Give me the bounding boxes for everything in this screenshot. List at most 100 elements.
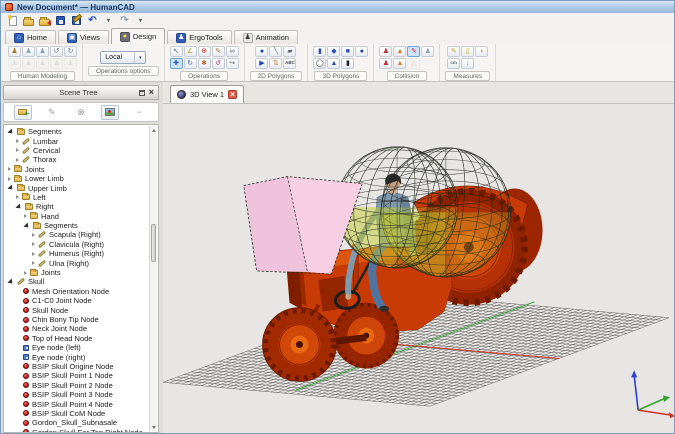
scene-tree-header[interactable]: Scene Tree × [3, 85, 159, 100]
mannequin-tool-b-icon[interactable]: ♟ [22, 58, 35, 69]
tree-item-lumbar[interactable]: Lumbar [4, 136, 158, 145]
tree-item-gordon-skull-subnasale[interactable]: Gordon_Skull_Subnasale [4, 418, 158, 427]
save-button[interactable] [54, 14, 67, 27]
arrow-tool-icon[interactable]: ▶ [255, 58, 268, 69]
delete-item-button[interactable]: ⊗ [72, 105, 90, 120]
cone-icon[interactable]: ▲ [327, 58, 340, 69]
line-tool-icon[interactable]: ╲ [269, 46, 282, 57]
tree-item-right[interactable]: Right [4, 202, 158, 211]
target-icon[interactable]: ⊕ [198, 46, 211, 57]
mannequin-tool-e-icon[interactable]: ♟ [64, 58, 77, 69]
scroll-down-icon[interactable] [150, 423, 157, 431]
collapsed-arrow-icon[interactable] [24, 271, 27, 275]
collapsed-arrow-icon[interactable] [16, 148, 19, 152]
polygon-tool-icon[interactable]: ▰ [283, 46, 296, 57]
collapsed-arrow-icon[interactable] [32, 261, 35, 265]
mannequin-tool-c-icon[interactable]: ♟ [36, 58, 49, 69]
redo-button[interactable]: ↷ [118, 14, 131, 27]
create-mannequin-icon[interactable]: ♟ [8, 46, 21, 57]
link-icon[interactable]: ∞ [226, 46, 239, 57]
viewport-3d[interactable] [163, 104, 674, 433]
cylinder-icon[interactable]: ▮ [341, 58, 354, 69]
reorient-icon[interactable]: ↪ [226, 58, 239, 69]
tree-item-segments[interactable]: Segments [4, 221, 158, 230]
new-document-button[interactable] [6, 14, 19, 27]
collision-ghost-icon[interactable]: ♟ [421, 46, 434, 57]
tab-home[interactable]: ⌂Home [5, 30, 56, 44]
tree-item-bsip-skull-origine-node[interactable]: BSIP Skull Origine Node [4, 362, 158, 371]
collapsed-arrow-icon[interactable] [16, 139, 19, 143]
collision-mannequin-icon[interactable]: ♟ [379, 46, 392, 57]
tree-item-top-of-head-node[interactable]: Top of Head Node [4, 334, 158, 343]
tree-item-eye-node-left[interactable]: Eye node (left) [4, 343, 158, 352]
circle-tool-icon[interactable]: ● [255, 46, 268, 57]
tab-views[interactable]: ▣Views [58, 30, 109, 44]
measure-pencil-icon[interactable]: ✎ [447, 46, 460, 57]
rotate-node-icon[interactable]: ↺ [212, 58, 225, 69]
tree-item-upper-limb[interactable]: Upper Limb [4, 183, 158, 192]
prism-icon[interactable]: ▮ [313, 46, 326, 57]
tree-item-ulna-right[interactable]: Ulna (Right) [4, 258, 158, 267]
collapsed-arrow-icon[interactable] [24, 214, 27, 218]
3d-scene[interactable] [163, 104, 674, 433]
tree-item-hand[interactable]: Hand [4, 212, 158, 221]
seated-collision-icon[interactable]: ♟ [379, 58, 392, 69]
open-document-button[interactable] [22, 14, 35, 27]
collapsed-arrow-icon[interactable] [32, 252, 35, 256]
polyhedron-icon[interactable]: ◆ [327, 46, 340, 57]
float-panel-icon[interactable] [139, 90, 145, 96]
tree-item-neck-joint-node[interactable]: Neck Joint Node [4, 324, 158, 333]
text-tool-icon[interactable]: ABC [283, 58, 296, 69]
titlebar[interactable]: New Document* — HumanCAD [1, 1, 674, 13]
move-icon[interactable]: ✚ [170, 58, 183, 69]
height-measure-icon[interactable]: ↕ [461, 58, 474, 69]
expanded-arrow-icon[interactable] [15, 203, 22, 210]
expanded-arrow-icon[interactable] [7, 128, 14, 135]
tape-measure-icon[interactable]: cm [447, 58, 460, 69]
scroll-thumb[interactable] [151, 224, 156, 262]
tree-item-lower-limb[interactable]: Lower Limb [4, 174, 158, 183]
expanded-arrow-icon[interactable] [7, 278, 14, 285]
collision-zone-icon[interactable]: ▲ [393, 58, 406, 69]
tree-item-chin-bony-tip-node[interactable]: Chin Bony Tip Node [4, 315, 158, 324]
tree-item-skull[interactable]: Skull [4, 277, 158, 286]
transform-icon[interactable]: ✱ [198, 58, 211, 69]
close-panel-icon[interactable]: × [149, 88, 154, 97]
scene-image-button[interactable] [101, 105, 119, 120]
protractor-icon[interactable]: ◗ [475, 46, 488, 57]
tree-item-joints[interactable]: Joints [4, 165, 158, 174]
box-icon[interactable]: ■ [341, 46, 354, 57]
collision-detect-icon[interactable]: ✎ [407, 46, 420, 57]
collapsed-arrow-icon[interactable] [32, 233, 35, 237]
tab-design[interactable]: ●Design [111, 28, 165, 44]
collision-off-icon[interactable]: △ [407, 58, 420, 69]
mannequin-tool-d-icon[interactable]: ♟ [50, 58, 63, 69]
dimension-tool-icon[interactable]: ⇅ [269, 58, 282, 69]
coordinate-system-select[interactable]: Local▾ [100, 51, 146, 64]
undo-button[interactable]: ↶ [86, 14, 99, 27]
tree-item-gordon-skull-ear-top-right-node[interactable]: Gordon Skull Ear Top Right Node [4, 428, 158, 434]
tree-item-bsip-skull-point-4-node[interactable]: BSIP Skull Point 4 Node [4, 399, 158, 408]
undo-dropdown-button[interactable]: ▾ [102, 14, 115, 27]
collapsed-arrow-icon[interactable] [32, 242, 35, 246]
angle-icon[interactable]: ∠ [184, 46, 197, 57]
tree-item-bsip-skull-com-node[interactable]: BSIP Skull CoM Node [4, 409, 158, 418]
rotate-mannequin-left-icon[interactable]: ↺ [50, 46, 63, 57]
tree-item-thorax[interactable]: Thorax [4, 155, 158, 164]
tree-item-clavicula-right[interactable]: Clavicula (Right) [4, 240, 158, 249]
bend-mannequin-icon[interactable]: ♟ [36, 46, 49, 57]
tree-item-mesh-orientation-node[interactable]: Mesh Orientation Node [4, 287, 158, 296]
tree-item-eye-node-right[interactable]: Eye node (right) [4, 352, 158, 361]
collision-warning-icon[interactable]: ▲ [393, 46, 406, 57]
tab-animation[interactable]: ♟Animation [234, 30, 298, 44]
collapsed-arrow-icon[interactable] [8, 177, 11, 181]
tree-item-bsip-skull-point-2-node[interactable]: BSIP Skull Point 2 Node [4, 381, 158, 390]
collapse-tree-button[interactable]: − [130, 105, 148, 120]
collapsed-arrow-icon[interactable] [16, 195, 19, 199]
pick-point-icon[interactable]: ✎ [212, 46, 225, 57]
tab-ergotools[interactable]: ♟ErgoTools [167, 30, 231, 44]
tree-item-cervical[interactable]: Cervical [4, 146, 158, 155]
torus-icon[interactable]: ◯ [313, 58, 326, 69]
save-as-button[interactable] [70, 14, 83, 27]
close-view-icon[interactable]: × [228, 90, 237, 99]
